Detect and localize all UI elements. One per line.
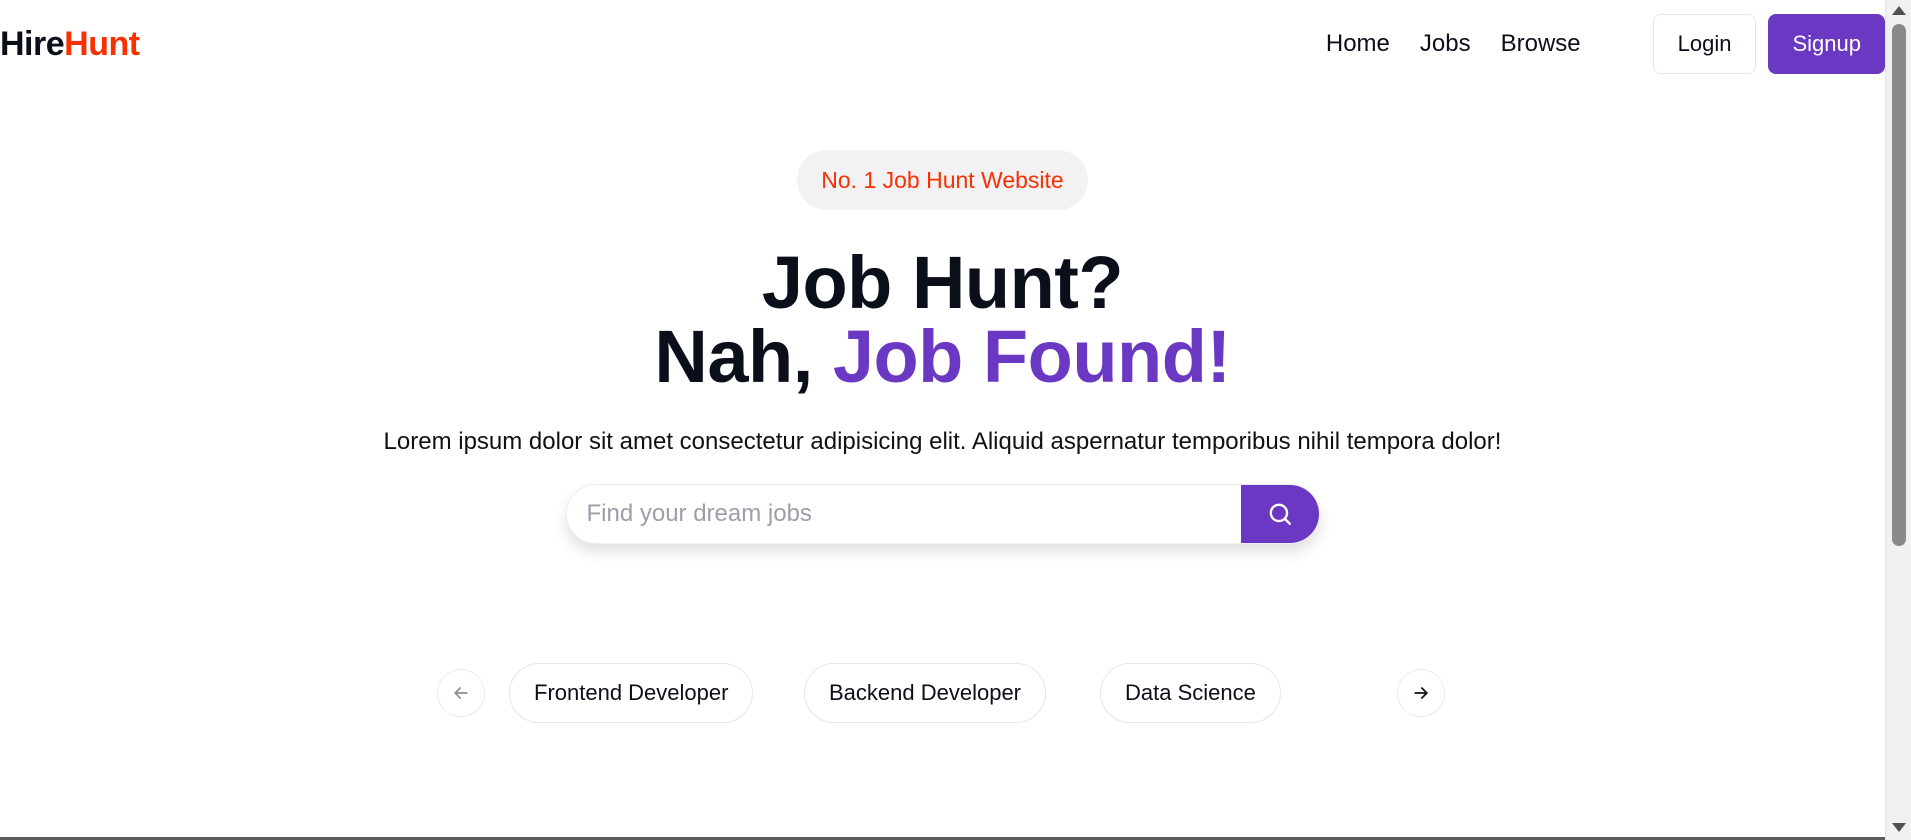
logo-hire: Hire <box>0 24 65 63</box>
scroll-up-arrow-icon[interactable] <box>1892 6 1906 15</box>
carousel-next-button[interactable] <box>1397 669 1445 717</box>
category-chip-backend[interactable]: Backend Developer <box>804 663 1047 723</box>
hero-subtitle: Lorem ipsum dolor sit amet consectetur a… <box>383 428 1502 455</box>
carousel-prev-button[interactable] <box>437 669 485 717</box>
hero-badge: No. 1 Job Hunt Website <box>797 150 1088 210</box>
arrow-right-icon <box>1414 687 1428 699</box>
nav-link-home[interactable]: Home <box>1326 30 1390 58</box>
category-chip-data-science[interactable]: Data Science <box>1100 663 1281 723</box>
headline-line2-plain: Nah, <box>654 315 833 398</box>
nav-link-jobs[interactable]: Jobs <box>1420 30 1471 58</box>
signup-button[interactable]: Signup <box>1768 14 1885 74</box>
search-icon <box>1269 503 1291 525</box>
nav-right: Home Jobs Browse Login Signup <box>1326 14 1885 74</box>
page: HireHunt Home Jobs Browse Login Signup N… <box>0 0 1911 840</box>
arrow-left-icon <box>454 687 468 699</box>
scrollbar-thumb[interactable] <box>1892 24 1906 546</box>
search-input[interactable] <box>566 485 1241 543</box>
login-button[interactable]: Login <box>1652 14 1757 74</box>
hero-section: No. 1 Job Hunt Website Job Hunt? Nah, Jo… <box>0 150 1885 544</box>
nav-links: Home Jobs Browse <box>1326 30 1581 58</box>
headline-line2-accent: Job Found! <box>832 315 1231 398</box>
search-bar <box>565 484 1320 544</box>
logo-hunt: Hunt <box>64 24 140 63</box>
navbar: HireHunt Home Jobs Browse Login Signup <box>0 0 1885 88</box>
hero-headline: Job Hunt? Nah, Job Found! <box>654 246 1231 394</box>
search-button[interactable] <box>1240 485 1319 543</box>
category-chip-frontend[interactable]: Frontend Developer <box>509 663 754 723</box>
logo[interactable]: HireHunt <box>0 25 140 64</box>
nav-link-browse[interactable]: Browse <box>1501 30 1581 58</box>
category-carousel: Frontend Developer Backend Developer Dat… <box>437 663 1445 723</box>
scroll-down-arrow-icon[interactable] <box>1892 823 1906 832</box>
vertical-scrollbar[interactable] <box>1885 0 1911 840</box>
headline-line1: Job Hunt? <box>761 241 1124 324</box>
